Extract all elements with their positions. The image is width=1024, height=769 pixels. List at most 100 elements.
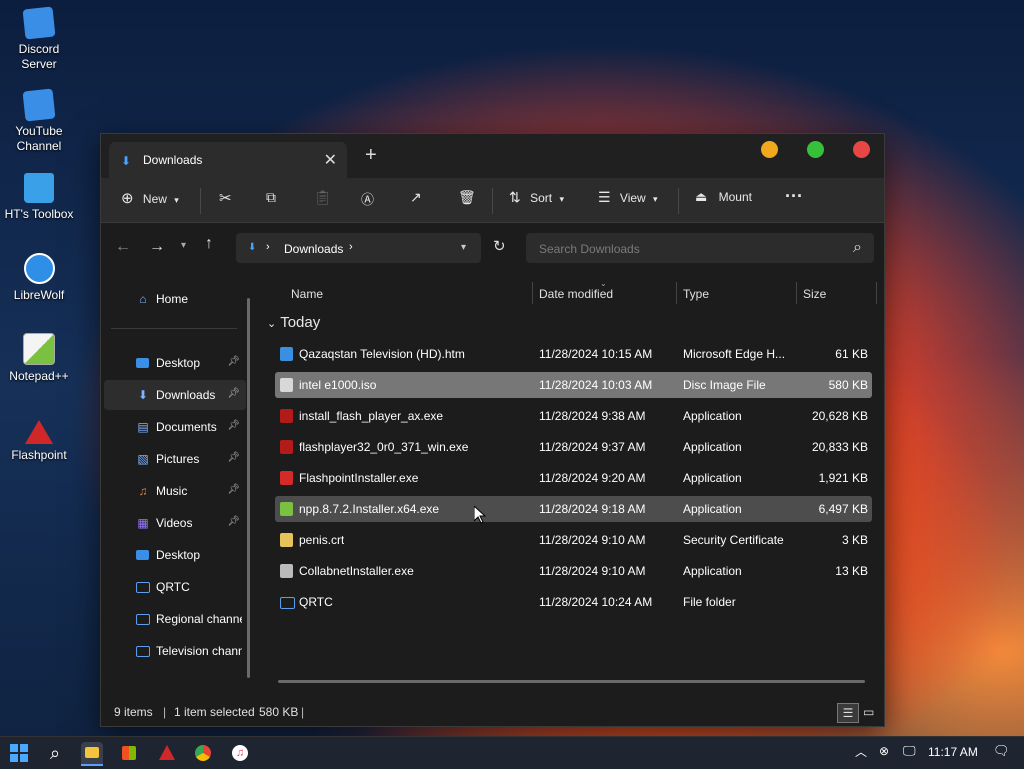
sort-chevron-icon: ⌄ bbox=[600, 279, 607, 288]
nav-item-label: Regional channels bbox=[156, 612, 242, 626]
column-header-name[interactable]: Name bbox=[291, 280, 323, 308]
tab-downloads[interactable]: ⬇ Downloads ✕ bbox=[109, 142, 347, 178]
file-row[interactable]: QRTC 11/28/2024 10:24 AM File folder bbox=[275, 589, 872, 615]
network-icon[interactable]: ⊗ bbox=[879, 744, 889, 758]
nav-item-videos[interactable]: ▦ Videos 📌︎ bbox=[104, 508, 246, 538]
nav-item-desktop[interactable]: Desktop 📌︎ bbox=[104, 348, 246, 378]
group-label: Today bbox=[280, 314, 321, 331]
maximize-button[interactable] bbox=[807, 141, 824, 158]
search-box[interactable]: Search Downloads ⌕ bbox=[526, 233, 874, 263]
details-view-icon[interactable]: ☰ bbox=[837, 703, 859, 723]
display-icon[interactable]: 🖵︎ bbox=[903, 743, 916, 759]
taskbar-chrome[interactable] bbox=[192, 742, 214, 764]
nav-item-label: Home bbox=[156, 292, 189, 306]
file-list: Name Date modified ⌄ Type Size ⌄ Today Qa… bbox=[260, 279, 880, 698]
pin-icon: 📌︎ bbox=[227, 452, 240, 463]
downloads-icon: ⬇ bbox=[137, 388, 149, 402]
back-arrow-icon[interactable]: ← bbox=[115, 238, 131, 256]
refresh-icon[interactable]: ↻ bbox=[493, 237, 506, 255]
file-name: CollabnetInstaller.exe bbox=[299, 564, 414, 578]
nav-scrollbar[interactable] bbox=[247, 298, 250, 678]
close-window-button[interactable] bbox=[853, 141, 870, 158]
nav-item-qrtc[interactable]: QRTC bbox=[104, 572, 246, 602]
nav-item-regional-channels[interactable]: Regional channels bbox=[104, 604, 246, 634]
command-bar: ⊕ New ▾ ✂ ⧉ 📋︎ Ⓐ ↗ 🗑︎ ⇅ Sort ▾ ☰ View ▾ … bbox=[101, 178, 884, 223]
file-row[interactable]: flashplayer32_0r0_371_win.exe 11/28/2024 … bbox=[275, 434, 872, 460]
cut-icon[interactable]: ✂ bbox=[219, 189, 232, 207]
column-header-type[interactable]: Type bbox=[683, 280, 709, 308]
tiles-view-icon[interactable]: ▭ bbox=[863, 704, 874, 720]
selection-count: 1 item selected bbox=[174, 705, 255, 719]
nav-item-downloads[interactable]: ⬇ Downloads 📌︎ bbox=[104, 380, 246, 410]
file-row[interactable]: install_flash_player_ax.exe 11/28/2024 9:… bbox=[275, 403, 872, 429]
file-size: 580 KB bbox=[828, 378, 868, 392]
column-header-size[interactable]: Size bbox=[803, 280, 826, 308]
navigation-pane: ⌂ Home Desktop 📌︎ ⬇ Downloads 📌︎ ▤ Docum… bbox=[101, 280, 257, 698]
nav-item-desktop-2[interactable]: Desktop bbox=[104, 540, 246, 570]
pictures-icon: ▧ bbox=[137, 452, 149, 466]
downloads-icon: ⬇ bbox=[121, 154, 132, 168]
file-row[interactable]: CollabnetInstaller.exe 11/28/2024 9:10 AM… bbox=[275, 558, 872, 584]
search-icon[interactable]: ⌕ bbox=[853, 239, 862, 257]
file-size: 3 KB bbox=[841, 533, 868, 547]
desktop-icon-label: Notepad++ bbox=[9, 369, 69, 383]
clock[interactable]: 11:17 AM bbox=[928, 745, 978, 759]
nav-item-music[interactable]: ♫ Music 📌︎ bbox=[104, 476, 246, 506]
start-button[interactable] bbox=[8, 742, 30, 764]
desktop-icon-librewolf[interactable]: LibreWolf bbox=[4, 253, 74, 303]
chevron-down-icon: ▾ bbox=[653, 194, 658, 204]
breadcrumb[interactable]: Downloads bbox=[284, 242, 343, 256]
desktop-icon-youtube-channel[interactable]: YouTube Channel bbox=[4, 88, 74, 154]
group-header-today[interactable]: ⌄ Today bbox=[267, 312, 320, 334]
desktop-icon-discord-server[interactable]: Discord Server bbox=[4, 6, 74, 72]
certificate-icon bbox=[280, 533, 293, 547]
nav-item-television-channels[interactable]: Television channels bbox=[104, 636, 246, 666]
rename-icon[interactable]: Ⓐ bbox=[361, 189, 374, 208]
file-row[interactable]: FlashpointInstaller.exe 11/28/2024 9:20 A… bbox=[275, 465, 872, 491]
up-arrow-icon[interactable]: ↑ bbox=[205, 235, 213, 253]
new-button[interactable]: ⊕ New ▾ bbox=[121, 189, 179, 207]
address-bar[interactable]: ⬇ › Downloads › ▾ bbox=[236, 233, 481, 263]
minimize-button[interactable] bbox=[761, 141, 778, 158]
file-type: Microsoft Edge H... bbox=[683, 347, 786, 361]
copy-icon[interactable]: ⧉ bbox=[266, 189, 276, 206]
file-row[interactable]: npp.8.7.2.Installer.x64.exe 11/28/2024 9:… bbox=[275, 496, 872, 522]
notification-icon[interactable]: 🗨︎ bbox=[993, 743, 1010, 759]
paste-icon[interactable]: 📋︎ bbox=[314, 189, 332, 206]
address-dropdown-icon[interactable]: ▾ bbox=[461, 242, 466, 253]
forward-arrow-icon[interactable]: → bbox=[149, 238, 165, 256]
file-name: Qazaqstan Television (HD).htm bbox=[299, 347, 465, 361]
file-row[interactable]: Qazaqstan Television (HD).htm 11/28/2024 … bbox=[275, 341, 872, 367]
show-hidden-icons-chevron[interactable]: ︿ bbox=[855, 743, 867, 760]
tab-bar: ⬇ Downloads ✕ + bbox=[101, 134, 884, 178]
taskbar-file-explorer[interactable] bbox=[81, 742, 103, 766]
desktop-icon-hts-toolbox[interactable]: HT's Toolbox bbox=[4, 173, 74, 222]
desktop-icon-notepadpp[interactable]: Notepad++ bbox=[4, 333, 74, 384]
search-input[interactable]: Search Downloads bbox=[539, 242, 640, 256]
recent-locations-chevron-icon[interactable]: ▾ bbox=[181, 240, 186, 251]
view-button[interactable]: ☰ View ▾ bbox=[598, 189, 658, 206]
taskbar-flashpoint[interactable] bbox=[155, 742, 177, 764]
sort-button[interactable]: ⇅ Sort ▾ bbox=[509, 189, 564, 206]
pin-icon: 📌︎ bbox=[227, 516, 240, 527]
taskbar-itunes[interactable]: ♫ bbox=[229, 742, 251, 764]
desktop-icon-label: HT's Toolbox bbox=[4, 207, 74, 221]
mount-button[interactable]: ⏏ Mount bbox=[695, 189, 752, 205]
nav-item-pictures[interactable]: ▧ Pictures 📌︎ bbox=[104, 444, 246, 474]
nav-item-home[interactable]: ⌂ Home bbox=[104, 284, 246, 314]
delete-icon[interactable]: 🗑︎ bbox=[458, 189, 476, 206]
file-type: Application bbox=[683, 502, 742, 516]
close-tab-icon[interactable]: ✕ bbox=[324, 150, 337, 170]
taskbar-microsoft-store[interactable] bbox=[118, 742, 140, 764]
search-icon[interactable]: ⌕ bbox=[44, 742, 66, 764]
desktop-icon-flashpoint[interactable]: Flashpoint bbox=[4, 420, 74, 463]
horizontal-scrollbar[interactable] bbox=[278, 680, 865, 683]
file-row[interactable]: intel e1000.iso 11/28/2024 10:03 AM Disc I… bbox=[275, 372, 872, 398]
item-count: 9 items bbox=[114, 705, 153, 719]
nav-item-documents[interactable]: ▤ Documents 📌︎ bbox=[104, 412, 246, 442]
more-options-button[interactable]: ··· bbox=[785, 186, 803, 207]
view-icon: ☰ bbox=[598, 189, 611, 205]
share-icon[interactable]: ↗ bbox=[410, 189, 422, 206]
file-row[interactable]: penis.crt 11/28/2024 9:10 AM Security Cert… bbox=[275, 527, 872, 553]
new-tab-button[interactable]: + bbox=[365, 144, 377, 167]
